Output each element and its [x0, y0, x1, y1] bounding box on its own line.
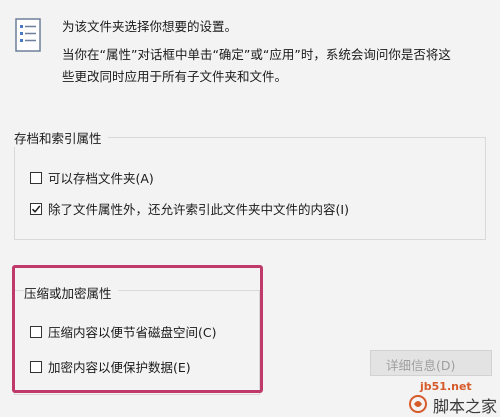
details-button[interactable]: 详细信息(D) — [370, 350, 492, 376]
intro-text-line-2: 当你在“属性”对话框中单击“确定”或“应用”时，系统会询问你是否将这 — [62, 47, 451, 62]
watermark-site-text: jb51.net — [420, 380, 472, 393]
archive-folder-checkbox[interactable] — [30, 171, 42, 184]
watermark-logo-icon — [408, 394, 428, 414]
intro-text-line-3: 些更改同时应用于所有子文件夹和文件。 — [62, 69, 288, 84]
archive-folder-checkbox-row[interactable]: 可以存档文件夹(A) — [30, 168, 154, 187]
archive-index-group-title: 存档和索引属性 — [14, 128, 108, 147]
index-content-checkbox-row[interactable]: 除了文件属性外，还允许索引此文件夹中文件的内容(I) — [30, 199, 349, 218]
archive-index-groupbox — [14, 137, 486, 240]
checkmark-icon — [31, 205, 41, 213]
watermark-brand-text: 脚本之家 — [433, 397, 498, 416]
highlight-annotation-box — [12, 265, 263, 393]
index-content-checkbox[interactable] — [30, 202, 42, 215]
document-settings-icon — [15, 18, 45, 54]
archive-folder-label: 可以存档文件夹(A) — [48, 171, 154, 186]
intro-text-line-1: 为该文件夹选择你想要的设置。 — [62, 19, 238, 34]
index-content-label: 除了文件属性外，还允许索引此文件夹中文件的内容(I) — [48, 202, 349, 217]
